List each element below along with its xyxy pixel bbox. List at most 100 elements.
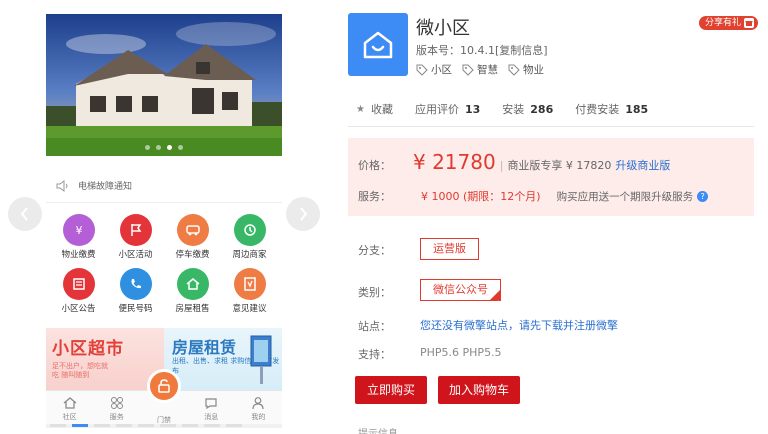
thumbnail[interactable] bbox=[182, 424, 198, 427]
thumbnail[interactable] bbox=[226, 424, 242, 427]
service-label: 物业缴费 bbox=[61, 250, 96, 260]
register-site-link[interactable]: 您还没有微擎站点，请先下载并注册微擎 bbox=[420, 317, 618, 333]
carousel-dot[interactable] bbox=[145, 145, 150, 150]
tag-label: 物业 bbox=[523, 64, 544, 76]
service-label: 便民号码 bbox=[118, 304, 153, 314]
paid-count: 185 bbox=[625, 102, 649, 116]
carousel-dots bbox=[46, 145, 282, 150]
flag-icon bbox=[119, 214, 152, 246]
grid-icon bbox=[110, 397, 123, 409]
thumbnail[interactable] bbox=[204, 424, 220, 427]
service-fee: ¥ 1000 (期限：12个月) bbox=[421, 190, 541, 203]
speaker-icon bbox=[56, 179, 68, 192]
svg-text:¥: ¥ bbox=[75, 224, 82, 237]
branch-option-label: 运营版 bbox=[433, 242, 466, 255]
tab-messages[interactable]: 消息 bbox=[188, 391, 235, 426]
next-arrow-button[interactable] bbox=[286, 197, 320, 231]
category-option-selected[interactable]: 微信公众号 ✓ bbox=[420, 279, 501, 307]
hero-house-image bbox=[46, 14, 282, 156]
tag-icon bbox=[508, 64, 520, 76]
feedback-icon bbox=[233, 268, 266, 300]
separator: | bbox=[499, 159, 504, 172]
thumbnail-active[interactable] bbox=[72, 424, 88, 427]
rental-banner[interactable]: 房屋租赁 出租、出售、求租 求购信息随时发布 bbox=[164, 328, 282, 390]
category-option-label: 微信公众号 bbox=[433, 283, 488, 296]
home-icon bbox=[63, 397, 77, 409]
prev-arrow-button[interactable] bbox=[8, 197, 42, 231]
branch-option[interactable]: 运营版 bbox=[420, 238, 479, 260]
tab-label: 我的 bbox=[251, 413, 266, 421]
service-label: 小区公告 bbox=[61, 304, 96, 314]
install-count: 286 bbox=[530, 102, 554, 116]
car-icon bbox=[176, 214, 209, 246]
service-label: 房屋租售 bbox=[175, 304, 210, 314]
service-item[interactable]: ¥ 物业缴费 bbox=[50, 214, 107, 260]
house-illustration bbox=[46, 14, 282, 156]
phone-screen: 电梯故障通知 ¥ 物业缴费 小区活动 停车缴费 周边商家 小区公告 便民号码 房… bbox=[46, 14, 282, 434]
service-item[interactable]: 房屋租售 bbox=[164, 268, 221, 314]
banner-subtitle: 足不出户，想吃就吃 随叫随到 bbox=[52, 362, 108, 379]
divider bbox=[348, 126, 754, 127]
price-value: ¥ 21780 bbox=[413, 150, 496, 174]
service-item[interactable]: 停车缴费 bbox=[164, 214, 221, 260]
carousel-dot-active[interactable] bbox=[167, 145, 172, 150]
thumbnail[interactable] bbox=[50, 424, 66, 427]
share-gift-badge[interactable]: 分享有礼 bbox=[699, 16, 759, 30]
favorite-button[interactable]: ★ 收藏 bbox=[356, 101, 393, 117]
service-item[interactable]: 小区公告 bbox=[50, 268, 107, 314]
supermarket-banner[interactable]: 小区超市 足不出户，想吃就吃 随叫随到 bbox=[46, 328, 164, 390]
notice-bar[interactable]: 电梯故障通知 bbox=[46, 169, 282, 203]
chevron-left-icon bbox=[20, 207, 28, 221]
support-versions: PHP5.6 PHP5.5 bbox=[420, 346, 502, 359]
rating-label: 应用评价 bbox=[414, 103, 459, 116]
thumbnail[interactable] bbox=[138, 424, 154, 427]
price-row: 价格： ¥ 21780 | 商业版专享 ¥ 17820 升级商业版 bbox=[358, 150, 670, 174]
notice-icon bbox=[62, 268, 95, 300]
carousel-dot[interactable] bbox=[156, 145, 161, 150]
version-info[interactable]: 版本号：10.4.1[复制信息] bbox=[416, 42, 548, 58]
tab-label: 消息 bbox=[204, 413, 219, 421]
tab-service[interactable]: 服务 bbox=[93, 391, 140, 426]
checkmark-icon: ✓ bbox=[489, 289, 501, 307]
bottom-tabbar: 社区 服务 门禁 消息 我的 bbox=[46, 369, 282, 426]
install-label: 安装 bbox=[502, 103, 525, 116]
unlock-icon bbox=[147, 369, 181, 403]
notice-text: 电梯故障通知 bbox=[78, 182, 133, 192]
site-label: 站点： bbox=[358, 320, 391, 333]
banner-title: 小区超市 bbox=[52, 339, 124, 359]
app-logo bbox=[348, 13, 408, 76]
upgrade-link[interactable]: 升级商业版 bbox=[615, 157, 670, 173]
more-info-heading: 提示信息 bbox=[358, 426, 398, 434]
thumbnail[interactable] bbox=[94, 424, 110, 427]
stats-bar: ★ 收藏 应用评价 13 安装 286 付费安装 185 bbox=[356, 101, 670, 117]
service-label: 服务： bbox=[358, 190, 391, 203]
thumbnail[interactable] bbox=[116, 424, 132, 427]
paid-install-stat: 付费安装 185 bbox=[575, 101, 648, 117]
rating-stat[interactable]: 应用评价 13 bbox=[415, 101, 480, 117]
tag-item[interactable]: 物业 bbox=[508, 62, 544, 77]
service-item[interactable]: 周边商家 bbox=[221, 214, 278, 260]
tab-community[interactable]: 社区 bbox=[46, 391, 93, 426]
tab-mine[interactable]: 我的 bbox=[235, 391, 282, 426]
favorite-label: 收藏 bbox=[370, 103, 393, 116]
thumbnail-strip bbox=[46, 424, 282, 428]
share-label: 分享有礼 bbox=[705, 18, 742, 28]
tag-icon bbox=[462, 64, 474, 76]
carousel-dot[interactable] bbox=[178, 145, 183, 150]
tag-item[interactable]: 智慧 bbox=[462, 62, 498, 77]
buy-now-button[interactable]: 立即购买 bbox=[355, 376, 427, 404]
service-item[interactable]: 意见建议 bbox=[221, 268, 278, 314]
service-item[interactable]: 小区活动 bbox=[107, 214, 164, 260]
edition-price: 商业版专享 ¥ 17820 bbox=[507, 159, 612, 172]
thumbnail[interactable] bbox=[160, 424, 176, 427]
service-item[interactable]: 便民号码 bbox=[107, 268, 164, 314]
tag-item[interactable]: 小区 bbox=[416, 62, 452, 77]
gift-icon bbox=[744, 18, 755, 28]
install-stat: 安装 286 bbox=[502, 101, 553, 117]
home-smile-icon bbox=[363, 31, 393, 58]
branch-label: 分支： bbox=[358, 244, 391, 257]
tab-access[interactable]: 门禁 bbox=[140, 369, 187, 426]
tag-label: 智慧 bbox=[477, 64, 498, 76]
add-to-cart-button[interactable]: 加入购物车 bbox=[438, 376, 520, 404]
help-icon[interactable]: ? bbox=[697, 190, 709, 202]
